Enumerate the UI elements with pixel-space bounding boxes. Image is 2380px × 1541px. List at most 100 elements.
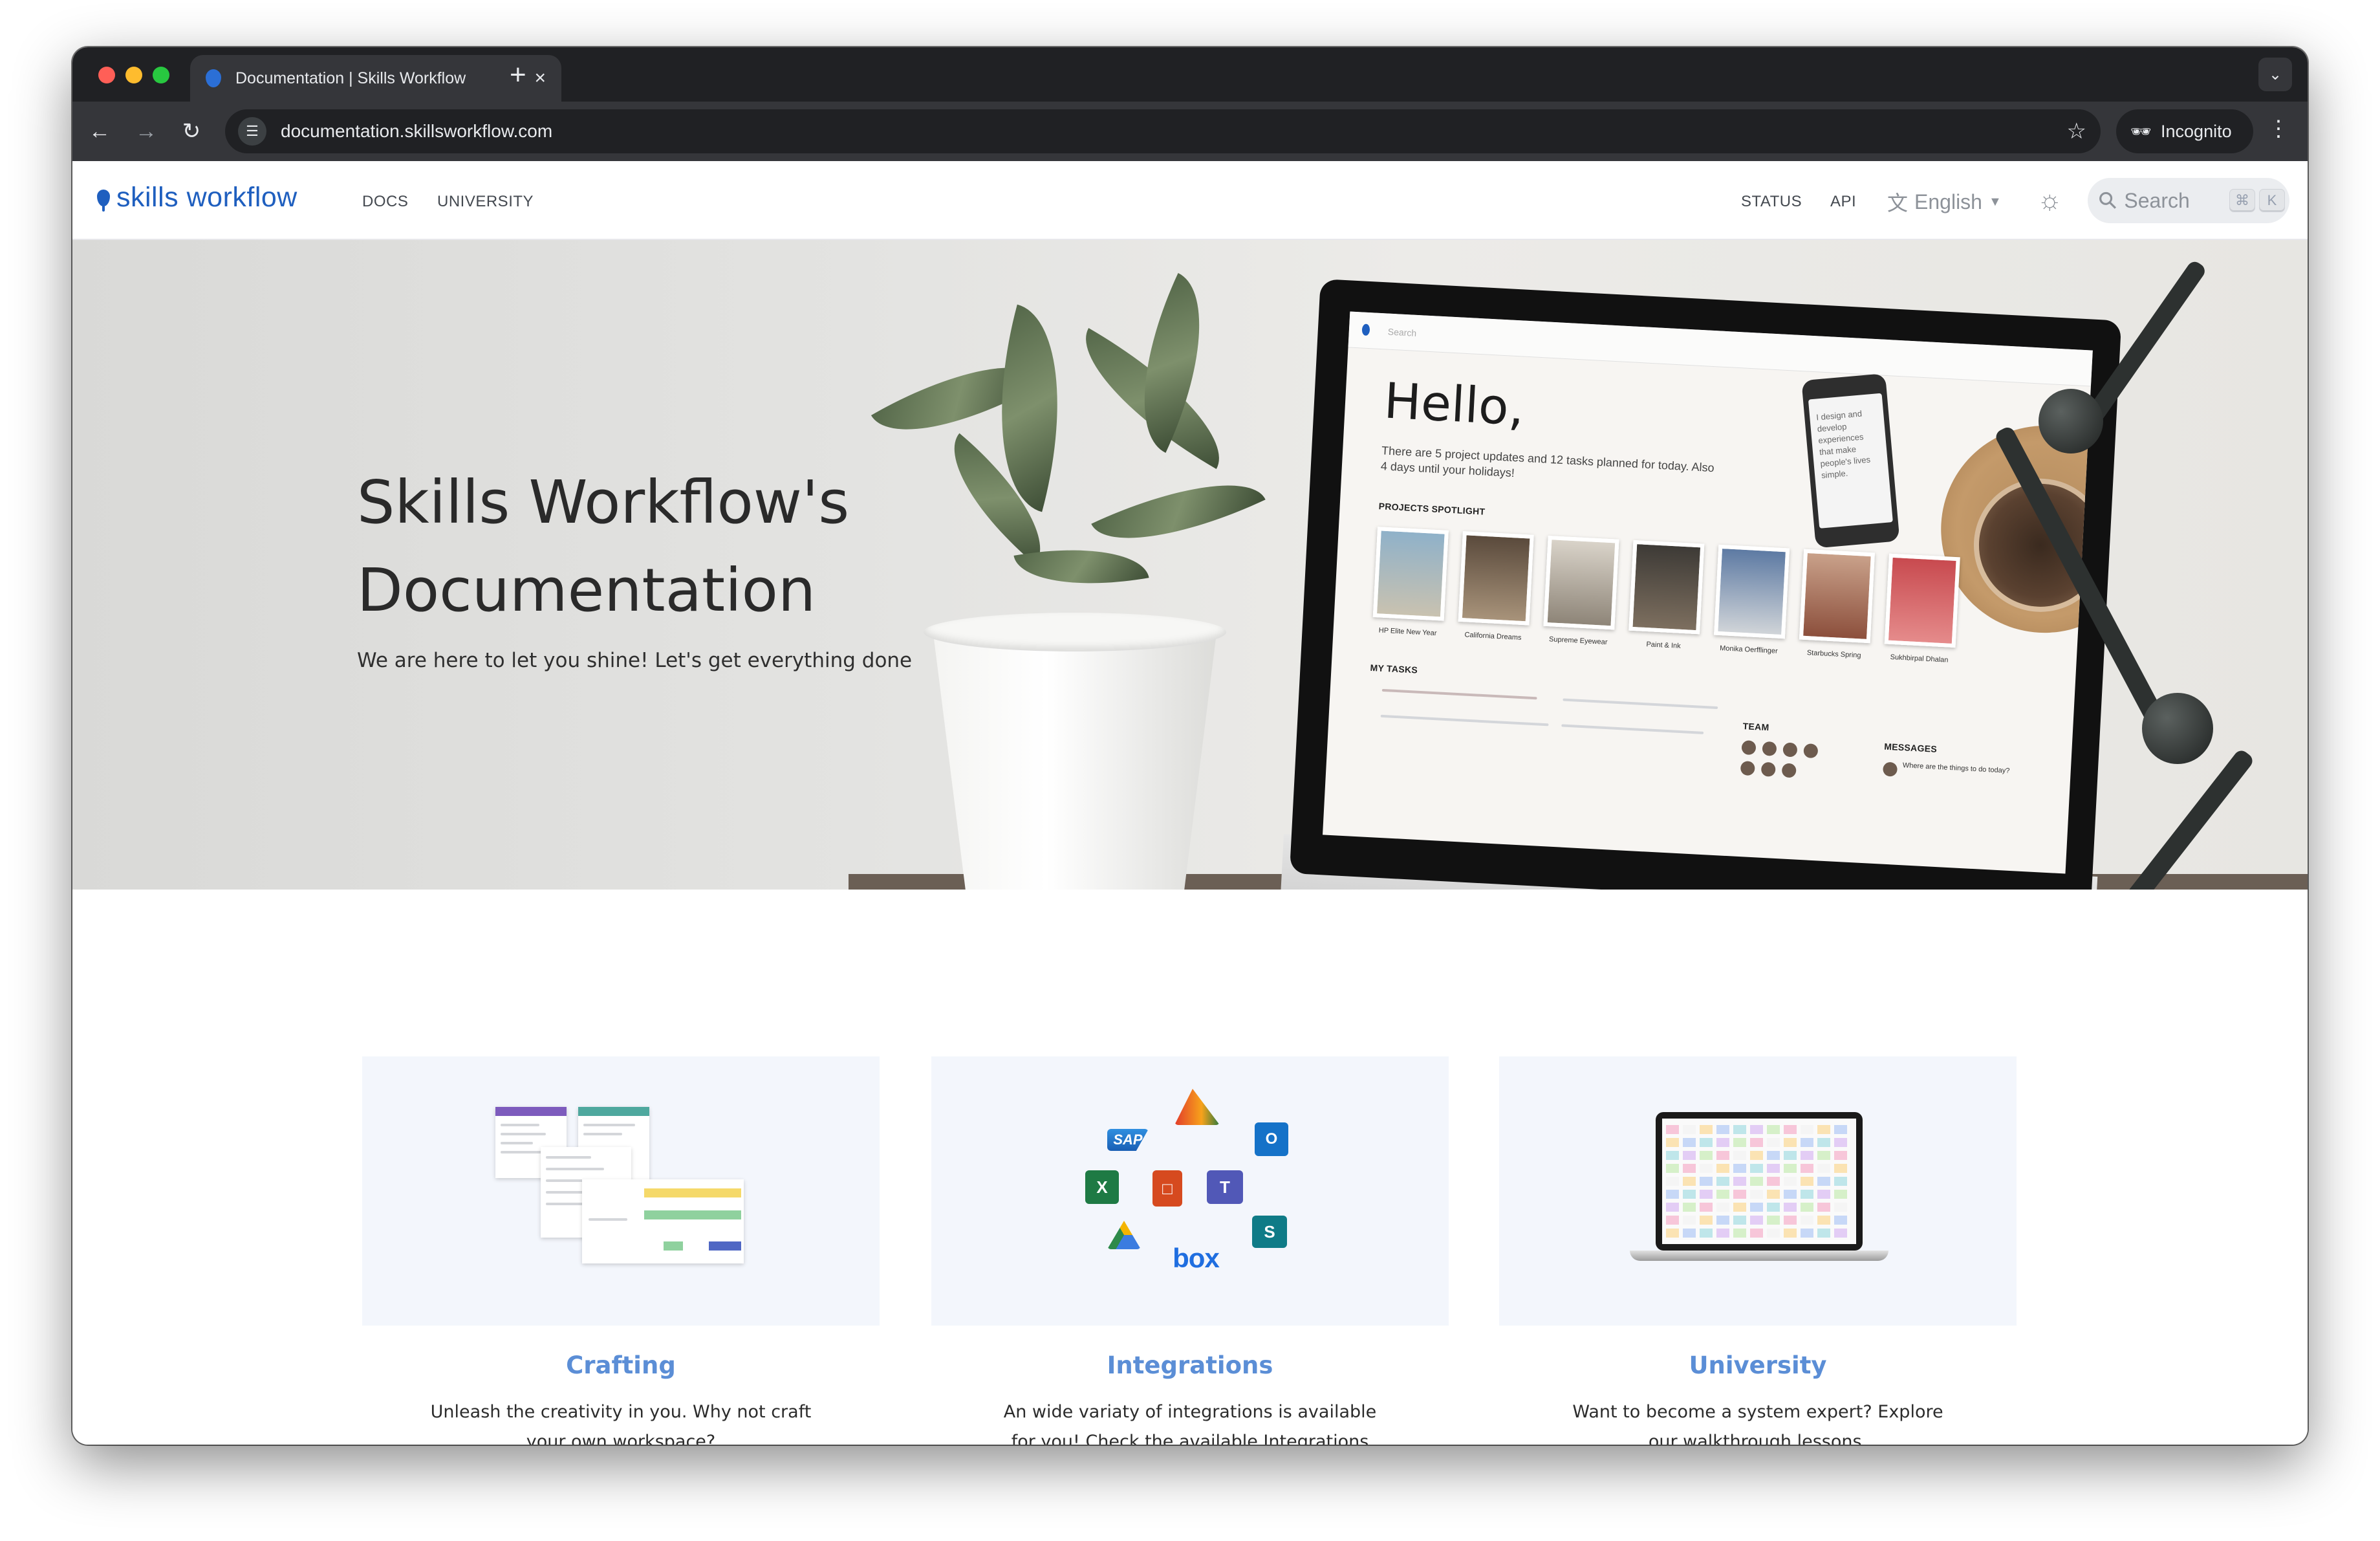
- browser-menu-icon[interactable]: ⋮: [2267, 116, 2289, 142]
- features-section: Crafting Unleash the creativity in you. …: [72, 890, 2308, 1445]
- calendar-cell: [1784, 1190, 1797, 1199]
- nav-link-university[interactable]: UNIVERSITY: [437, 193, 534, 211]
- nav-link-api[interactable]: API: [1830, 193, 1856, 211]
- maximize-window-button[interactable]: [153, 67, 169, 83]
- calendar-cell: [1817, 1151, 1830, 1160]
- calendar-cell: [1784, 1177, 1797, 1186]
- mini-line: [546, 1156, 591, 1159]
- feature-card-crafting[interactable]: Crafting Unleash the creativity in you. …: [362, 1056, 880, 1445]
- feature-title[interactable]: Integrations: [931, 1351, 1449, 1379]
- chevron-down-icon: ⌄: [2268, 65, 2282, 83]
- site-navbar: skills workflow DOCS UNIVERSITY STATUS A…: [72, 161, 2308, 240]
- mini-chip: [709, 1241, 741, 1251]
- hero-title-line1: Skills Workflow's: [357, 468, 850, 537]
- project-card: [1543, 535, 1619, 630]
- favicon-icon: [206, 69, 221, 87]
- language-dropdown[interactable]: 文 English ▼: [1887, 187, 2002, 217]
- search-button[interactable]: ⚲ Search ⌘ K: [2088, 178, 2289, 223]
- theme-toggle-sun-icon[interactable]: ☼: [2037, 184, 2062, 215]
- feature-description: An wide variaty of integrations is avail…: [1003, 1402, 1377, 1445]
- calendar-cell: [1716, 1216, 1729, 1225]
- calendar-cell: [1733, 1229, 1746, 1238]
- calendar-cell: [1733, 1216, 1746, 1225]
- screen-logo-icon: [1361, 323, 1370, 336]
- new-tab-button[interactable]: +: [510, 59, 526, 91]
- project-name: Supreme Eyewear: [1548, 635, 1608, 646]
- mini-line: [501, 1142, 533, 1144]
- project-card: [1628, 540, 1705, 635]
- calendar-cell: [1683, 1177, 1696, 1186]
- calendar-cell: [1801, 1229, 1813, 1238]
- calendar-cell: [1750, 1125, 1763, 1134]
- tasks-heading: MY TASKS: [1370, 662, 1418, 675]
- address-bar[interactable]: ☰ documentation.skillsworkflow.com ☆: [225, 109, 2101, 153]
- tab-close-icon[interactable]: ×: [534, 67, 546, 89]
- imac-screen: Search I design and develop experiences …: [1323, 311, 2093, 874]
- calendar-cell: [1700, 1164, 1713, 1173]
- feature-title[interactable]: Crafting: [362, 1351, 880, 1379]
- site-logo[interactable]: skills workflow: [97, 182, 298, 213]
- nav-link-docs[interactable]: DOCS: [362, 193, 408, 211]
- incognito-badge[interactable]: 🕶 Incognito: [2116, 109, 2253, 153]
- calendar-cell: [1666, 1164, 1679, 1173]
- url-text[interactable]: documentation.skillsworkflow.com: [281, 121, 552, 142]
- project-name: Sukhbirpal Dhalan: [1890, 653, 1949, 664]
- calendar-cell: [1801, 1190, 1813, 1199]
- calendar-cell: [1767, 1190, 1780, 1199]
- feature-card-university[interactable]: University Want to become a system exper…: [1499, 1056, 2017, 1445]
- kbd-command: ⌘: [2230, 190, 2255, 212]
- calendar-cell: [1784, 1229, 1797, 1238]
- calendar-cell: [1700, 1125, 1713, 1134]
- minimize-window-button[interactable]: [125, 67, 142, 83]
- nav-link-status[interactable]: STATUS: [1741, 193, 1802, 211]
- calendar-cell: [1767, 1229, 1780, 1238]
- calendar-cell: [1683, 1229, 1696, 1238]
- close-window-button[interactable]: [98, 67, 115, 83]
- project-card: [1714, 544, 1790, 639]
- screen-greeting: Hello,: [1382, 371, 1526, 437]
- feature-card-integrations[interactable]: SAP O X □ T S box Integrations An wide v…: [931, 1056, 1449, 1445]
- mini-highlight: [644, 1188, 741, 1197]
- tab-search-button[interactable]: ⌄: [2258, 58, 2292, 91]
- calendar-cell: [1683, 1203, 1696, 1212]
- browser-tab-active[interactable]: Documentation | Skills Workflow ×: [190, 55, 561, 102]
- calendar-cell: [1700, 1151, 1713, 1160]
- calendar-cell: [1683, 1190, 1696, 1199]
- task-line: [1380, 714, 1549, 727]
- site-info-icon[interactable]: ☰: [238, 117, 266, 146]
- calendar-cell: [1700, 1177, 1713, 1186]
- team-heading: TEAM: [1742, 721, 1769, 733]
- screen-search: Search: [1387, 326, 1417, 338]
- calendar-cell: [1817, 1216, 1830, 1225]
- mini-line: [501, 1133, 546, 1135]
- calendar-cell: [1716, 1203, 1729, 1212]
- calendar-cell: [1733, 1125, 1746, 1134]
- bookmark-star-icon[interactable]: ☆: [2067, 118, 2086, 144]
- hero-title: Skills Workflow's Documentation: [357, 459, 1004, 635]
- mini-line: [583, 1124, 635, 1126]
- screen-intro: There are 5 project updates and 12 tasks…: [1380, 444, 1715, 480]
- calendar-cell: [1834, 1151, 1847, 1160]
- reload-button[interactable]: ↻: [176, 116, 207, 147]
- calendar-cell: [1801, 1203, 1813, 1212]
- team-avatar: [1741, 740, 1757, 756]
- back-button[interactable]: ←: [84, 116, 115, 147]
- google-drive-icon: [1107, 1221, 1141, 1249]
- office-icon: □: [1152, 1170, 1182, 1207]
- forward-button[interactable]: →: [131, 116, 162, 147]
- calendar-cell: [1733, 1177, 1746, 1186]
- calendar-cell: [1750, 1151, 1763, 1160]
- logo-text: skills workflow: [116, 182, 298, 213]
- calendar-cell: [1666, 1190, 1679, 1199]
- search-placeholder: Search: [2124, 188, 2190, 212]
- calendar-cell: [1750, 1138, 1763, 1147]
- team-avatar: [1740, 761, 1755, 776]
- mini-line: [546, 1168, 604, 1170]
- calendar-cell: [1784, 1151, 1797, 1160]
- task-line: [1563, 698, 1718, 710]
- projects-heading: PROJECTS SPOTLIGHT: [1378, 501, 1486, 517]
- feature-title[interactable]: University: [1499, 1351, 2017, 1379]
- outlook-icon: O: [1255, 1122, 1288, 1156]
- logo-pin-icon: [97, 189, 110, 212]
- browser-window: Documentation | Skills Workflow × + ⌄ ← …: [72, 47, 2308, 1445]
